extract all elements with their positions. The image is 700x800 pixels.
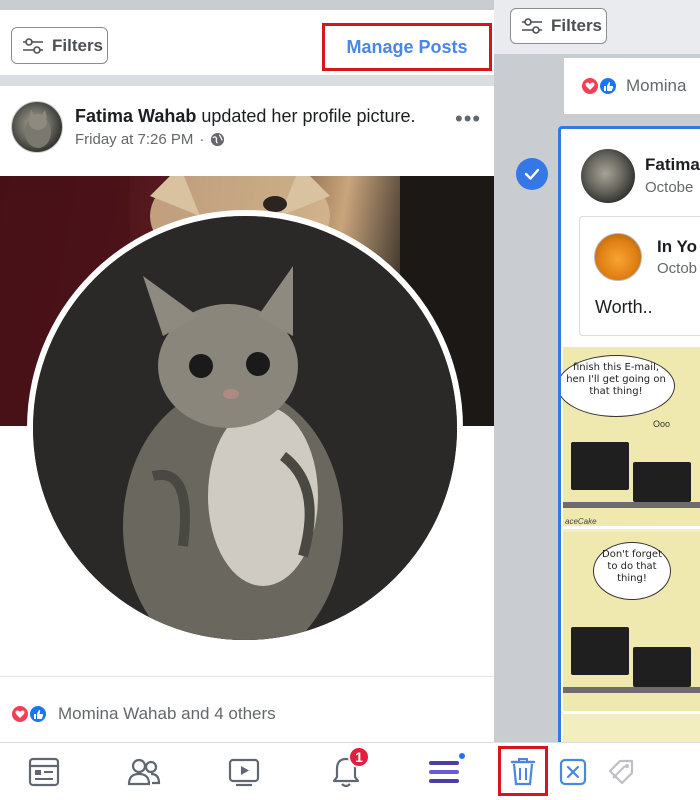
heart-icon (10, 704, 30, 724)
shared-post-text: Worth.. (595, 297, 653, 317)
comic-monitor (571, 627, 629, 675)
right-post-author[interactable]: Fatima (645, 155, 700, 175)
post-action: updated her profile picture. (196, 106, 416, 126)
profile-picture[interactable] (27, 210, 463, 646)
shared-post-date: Octob (657, 260, 698, 277)
filters-button[interactable]: Filters (11, 27, 108, 64)
post-card[interactable]: Fatima Wahab updated her profile picture… (0, 86, 494, 742)
selected-check[interactable] (516, 158, 548, 190)
watch-icon[interactable] (227, 755, 261, 789)
kitten-profile-image (33, 216, 457, 640)
right-filters-button[interactable]: Filters (510, 8, 607, 44)
manage-posts-button[interactable]: Manage Posts (346, 37, 467, 58)
post-meta: Friday at 7:26 PM · (75, 131, 225, 148)
comic-image[interactable]: finish this E-mail, hen I'll get going o… (561, 347, 700, 742)
right-post-date: Octobe (645, 179, 694, 196)
avatar[interactable] (581, 149, 635, 203)
divider (0, 676, 494, 677)
notifications-badge: 1 (348, 746, 370, 768)
shared-post[interactable]: In Yo Octob Worth.. (579, 216, 700, 336)
right-reactions-summary[interactable]: Momina (564, 58, 700, 114)
delete-highlight[interactable] (498, 746, 548, 796)
trash-icon[interactable] (510, 756, 536, 786)
comic-bubble-1-tail: Ooo (653, 419, 671, 429)
comic-desk (563, 687, 700, 693)
news-feed-icon[interactable] (27, 755, 61, 789)
right-panel: Filters Momina Fatima Octobe In Yo Octob… (494, 0, 700, 742)
comic-monitor (571, 442, 629, 490)
filters-icon (23, 37, 43, 54)
comic-desk (563, 502, 700, 508)
friends-icon[interactable] (127, 755, 161, 789)
kitten-avatar-image (25, 110, 51, 148)
tag-icon[interactable] (604, 755, 638, 789)
comic-bubble-2: Don't forget to do that thing! (593, 542, 671, 600)
comic-monitor (633, 462, 691, 502)
left-panel: Filters Manage Posts Fatima Wahab update… (0, 0, 494, 742)
right-filters-label: Filters (551, 16, 603, 35)
selected-post-card[interactable]: Fatima Octobe In Yo Octob Worth.. finish… (558, 126, 700, 742)
filters-label: Filters (52, 35, 104, 55)
manage-posts-highlight[interactable]: Manage Posts (322, 23, 492, 71)
globe-icon (211, 132, 225, 147)
menu-icon[interactable] (427, 755, 461, 789)
screen: Filters Manage Posts Fatima Wahab update… (0, 0, 700, 800)
reactions-text: Momina Wahab and 4 others (58, 704, 276, 723)
reactions-summary[interactable]: Momina Wahab and 4 others (10, 704, 276, 724)
filter-bar: Filters Manage Posts (0, 10, 494, 75)
like-icon (28, 704, 48, 724)
comic-monitor (633, 647, 691, 687)
comic-panel-1: finish this E-mail, hen I'll get going o… (561, 347, 700, 529)
comic-panel-2: Don't forget to do that thing! (563, 532, 700, 714)
pumpkin-avatar (594, 233, 642, 281)
close-box-icon[interactable] (556, 755, 590, 789)
bottom-nav: 1 (0, 742, 700, 800)
comic-bubble-1: finish this E-mail, hen I'll get going o… (561, 355, 675, 417)
shared-post-name[interactable]: In Yo (657, 237, 697, 257)
post-author[interactable]: Fatima Wahab (75, 106, 196, 126)
more-icon[interactable]: ••• (455, 106, 481, 132)
right-reactions-text: Momina (626, 76, 687, 95)
top-strip (0, 0, 494, 10)
avatar[interactable] (11, 101, 63, 153)
post-title: Fatima Wahab updated her profile picture… (75, 106, 416, 127)
check-icon (524, 168, 540, 180)
right-filter-bar: Filters (494, 0, 700, 54)
comic-credit: aceCake (565, 517, 597, 526)
filters-icon (522, 18, 542, 34)
heart-icon (580, 76, 600, 96)
post-time[interactable]: Friday at 7:26 PM (75, 131, 193, 148)
like-icon (598, 76, 618, 96)
menu-indicator-dot (457, 751, 467, 761)
